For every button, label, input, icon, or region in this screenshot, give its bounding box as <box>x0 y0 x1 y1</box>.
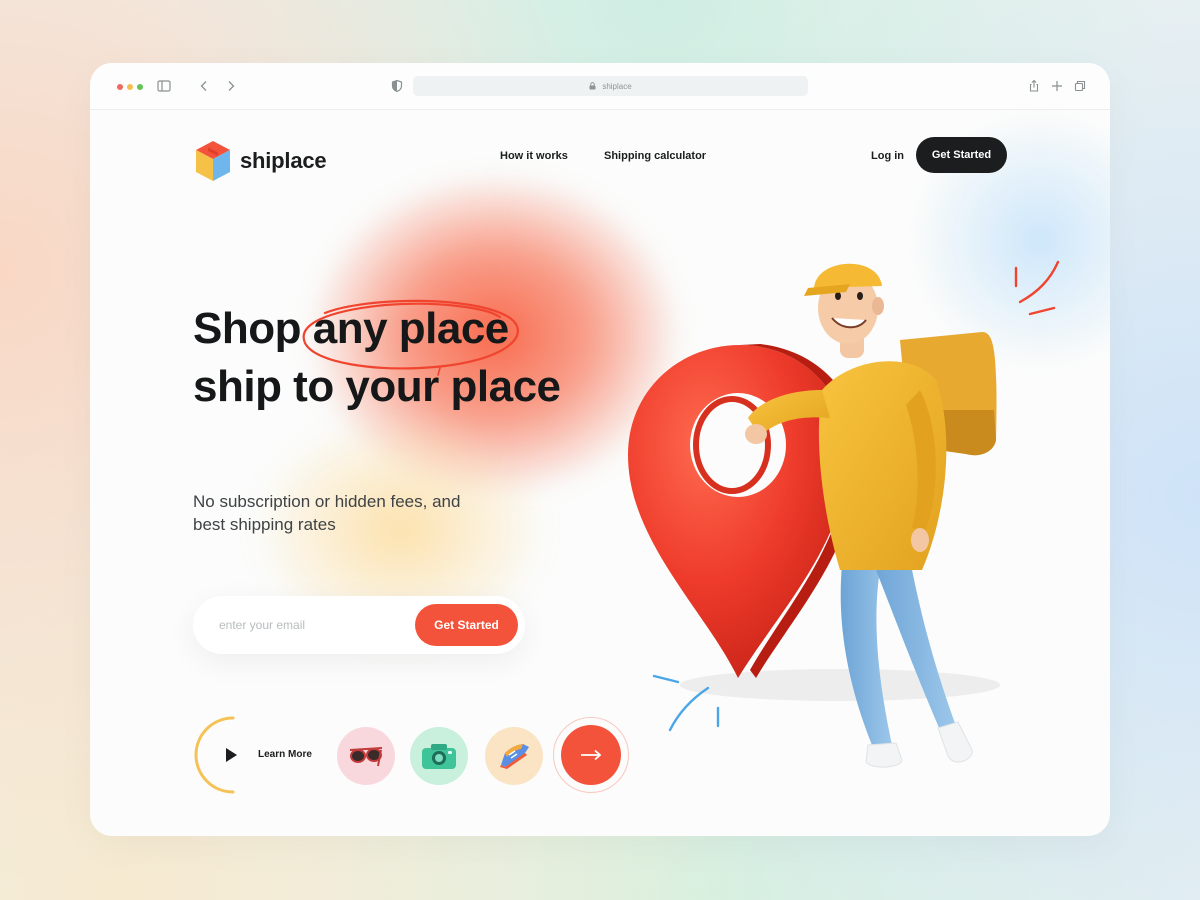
camera-icon <box>422 744 456 769</box>
learn-more-label: Learn More <box>258 749 312 760</box>
email-get-started-button[interactable]: Get Started <box>415 604 518 646</box>
box-logo-icon <box>196 141 230 181</box>
motion-lines-red <box>1014 260 1060 316</box>
privacy-shield-icon[interactable] <box>389 78 405 94</box>
url-text: shiplace <box>602 81 632 91</box>
site-logo[interactable]: shiplace <box>194 139 327 183</box>
product-sneaker[interactable] <box>485 727 543 785</box>
browser-toolbar: shiplace <box>90 63 1110 110</box>
arrow-right-icon <box>581 749 602 761</box>
close-window-button[interactable] <box>117 84 123 90</box>
browser-window: shiplace shiplace How it works Shipping … <box>90 63 1110 836</box>
product-camera[interactable] <box>410 727 468 785</box>
maximize-window-button[interactable] <box>137 84 143 90</box>
headline-word-shop: Shop <box>193 304 301 353</box>
hero-illustration <box>628 260 1060 768</box>
tabs-overview-icon[interactable] <box>1072 78 1088 94</box>
landing-page: shiplace How it works Shipping calculato… <box>90 110 1110 836</box>
new-tab-icon[interactable] <box>1049 78 1065 94</box>
back-icon[interactable] <box>196 78 212 94</box>
sidebar-toggle-icon[interactable] <box>156 78 172 94</box>
address-bar[interactable]: shiplace <box>413 76 808 96</box>
logo-wordmark: shiplace <box>240 148 327 173</box>
progress-arc-icon <box>194 716 237 794</box>
hero-subtext: No subscription or hidden fees, and best… <box>193 492 461 534</box>
header-get-started-button[interactable]: Get Started <box>916 137 1007 173</box>
nav-shipping-calculator[interactable]: Shipping calculator <box>604 150 706 162</box>
nav-how-it-works[interactable]: How it works <box>500 150 568 162</box>
email-input[interactable] <box>219 615 399 635</box>
sneaker-icon <box>500 744 529 769</box>
learn-more-button[interactable]: Learn More <box>193 715 333 795</box>
lock-icon <box>589 82 596 90</box>
minimize-window-button[interactable] <box>127 84 133 90</box>
product-sunglasses[interactable] <box>337 727 395 785</box>
forward-icon[interactable] <box>223 78 239 94</box>
highlight-circle-scribble <box>302 299 519 376</box>
email-signup-form: Get Started <box>193 596 525 654</box>
share-icon[interactable] <box>1026 78 1042 94</box>
sunglasses-icon <box>349 747 383 767</box>
login-link[interactable]: Log in <box>871 150 904 162</box>
